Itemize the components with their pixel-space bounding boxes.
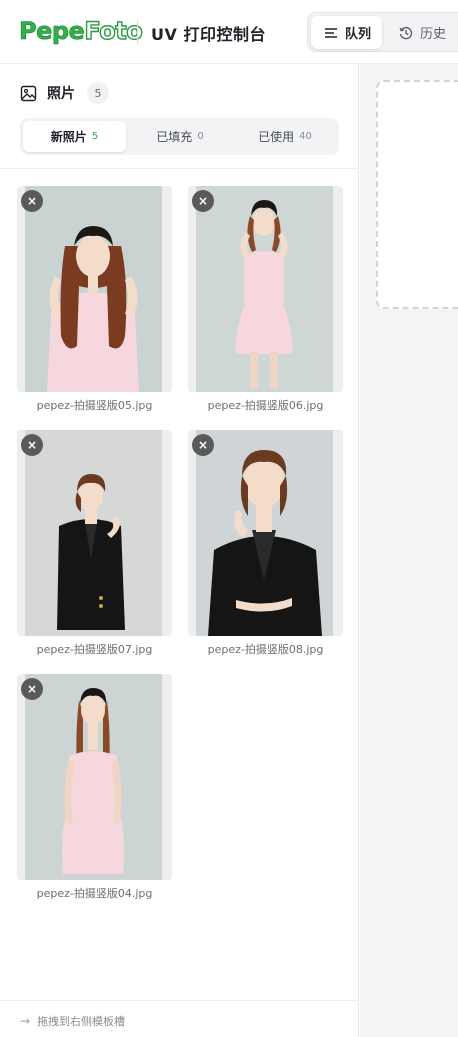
app-root: Pepe Foto UV 打印控制台 队列 历史 照片 5 新照片 5 已填充 …: [0, 0, 458, 1037]
photo-card[interactable]: × pepez-拍摄竖版05.jpg: [17, 186, 172, 415]
photo-filename: pepez-拍摄竖版06.jpg: [207, 399, 324, 412]
photo-card[interactable]: × pepez-拍摄竖版04.jpg: [17, 674, 172, 903]
remove-photo-button[interactable]: ×: [192, 190, 214, 212]
tab-filled[interactable]: 已填充 0: [130, 121, 230, 152]
photo-thumbnail[interactable]: [25, 674, 162, 880]
page-title: UV 打印控制台: [151, 25, 266, 44]
photo-image: [25, 674, 162, 880]
history-icon: [399, 26, 413, 39]
tab-used-count: 40: [299, 131, 312, 142]
footer-divider: [0, 1000, 359, 1001]
photo-filename: pepez-拍摄竖版04.jpg: [36, 887, 153, 900]
view-switcher: 队列 历史: [307, 12, 458, 52]
photo-thumbnail[interactable]: [25, 186, 162, 392]
tab-history-label: 历史: [420, 27, 447, 42]
tab-new-photos[interactable]: 新照片 5: [23, 121, 126, 152]
top-header: Pepe Foto UV 打印控制台 队列 历史: [0, 0, 458, 64]
remove-photo-button[interactable]: ×: [21, 434, 43, 456]
photo-thumbnail[interactable]: [25, 430, 162, 636]
photo-card[interactable]: × pepez-拍摄竖版06.jpg: [188, 186, 343, 415]
image-icon: [20, 85, 37, 101]
photos-panel-header: 照片 5: [20, 82, 109, 104]
remove-photo-button[interactable]: ×: [21, 190, 43, 212]
photos-title: 照片: [47, 86, 75, 102]
tab-new-photos-label: 新照片: [50, 130, 87, 144]
tab-used[interactable]: 已使用 40: [234, 121, 336, 152]
logo-text-pepe: Pepe: [19, 17, 85, 45]
photo-filename: pepez-拍摄竖版07.jpg: [36, 643, 153, 656]
photo-filename: pepez-拍摄竖版05.jpg: [36, 399, 153, 412]
photos-panel: 照片 5 新照片 5 已填充 0 已使用 40 × pepez-拍摄竖版05.j…: [0, 64, 359, 1037]
template-slot-dropzone[interactable]: [376, 80, 458, 309]
tab-queue-label: 队列: [345, 27, 372, 42]
remove-photo-button[interactable]: ×: [21, 678, 43, 700]
remove-photo-button[interactable]: ×: [192, 434, 214, 456]
tab-filled-count: 0: [197, 131, 204, 142]
brand-logo[interactable]: Pepe Foto: [19, 14, 144, 48]
photo-thumbnail[interactable]: [196, 186, 333, 392]
drag-hint-text: 拖拽到右侧模板槽: [37, 1015, 126, 1028]
photo-image: [25, 186, 162, 392]
photo-image: [196, 430, 333, 636]
photos-count-badge: 5: [87, 82, 109, 104]
photo-filter-tabs: 新照片 5 已填充 0 已使用 40: [20, 118, 339, 155]
photo-thumbnail[interactable]: [196, 430, 333, 636]
logo-text-foto: Foto: [84, 17, 144, 45]
photo-image: [25, 430, 162, 636]
arrow-right-icon: →: [20, 1014, 31, 1028]
photo-card[interactable]: × pepez-拍摄竖版08.jpg: [188, 430, 343, 659]
tab-new-photos-count: 5: [91, 131, 99, 142]
header-divider: [137, 20, 138, 44]
tab-history[interactable]: 历史: [386, 16, 458, 49]
drag-hint: → 拖拽到右侧模板槽: [20, 1013, 125, 1029]
photo-filename: pepez-拍摄竖版08.jpg: [207, 643, 324, 656]
tab-used-label: 已使用: [258, 130, 295, 144]
menu-lines-icon: [325, 27, 337, 38]
tab-queue[interactable]: 队列: [311, 16, 382, 49]
tab-filled-label: 已填充: [156, 130, 193, 144]
template-workspace: [360, 64, 458, 1037]
panel-divider: [0, 168, 359, 169]
photo-image: [196, 186, 333, 392]
photo-card[interactable]: × pepez-拍摄竖版07.jpg: [17, 430, 172, 659]
